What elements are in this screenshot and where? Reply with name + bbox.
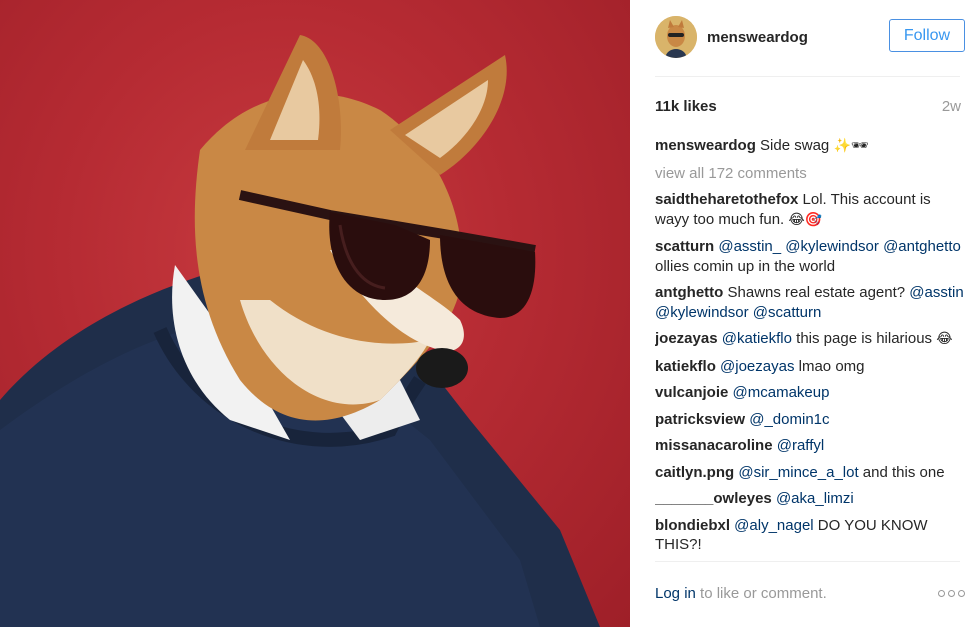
comment-username[interactable]: vulcanjoie [655,384,728,401]
login-prompt-text: to like or comment. [700,585,827,602]
view-all-comments-link[interactable]: view all 172 comments [655,164,965,184]
comment-username[interactable]: caitlyn.png [655,464,734,481]
comment-mention[interactable]: @asstin_ [718,238,781,255]
comment-mention[interactable]: @aka_limzi [776,490,854,507]
comment-item: _______owleyes @aka_limzi [655,489,965,509]
comment-item: katiekflo @joezayas lmao omg [655,357,965,377]
comment-mention[interactable]: @sir_mince_a_lot [738,464,858,481]
comment-text: Shawns real estate agent? [727,284,910,301]
comment-item: saidtheharetothefox Lol. This account is… [655,190,965,230]
comment-text: ollies comin up in the world [655,257,836,275]
comment-text: lmao omg [794,357,865,375]
caption: mensweardog Side swag ✨🕶 [655,136,965,157]
comment-item: missanacaroline @raffyl [655,436,965,456]
comment-mention[interactable]: @katiekflo [722,330,792,347]
comment-mention[interactable]: @_domin1c [749,411,829,428]
comment-emoji: 😂🎯 [788,211,823,228]
comment-username[interactable]: blondiebxl [655,517,730,534]
comment-item: joezayas @katiekflo this page is hilario… [655,329,965,350]
comment-mention[interactable]: @kylewindsor [655,304,749,321]
comment-username[interactable]: _______owleyes [655,490,772,507]
likes-row: 11k likes 2w [655,98,961,115]
comment-mention[interactable]: @aly_nagel [734,517,813,534]
comment-mention[interactable]: @mcamakeup [733,384,830,401]
avatar[interactable] [655,16,697,58]
comment-mention[interactable]: @scatturn [753,304,822,321]
comment-mention[interactable]: @kylewindsor [785,238,879,255]
comment-item: antghetto Shawns real estate agent? @ass… [655,283,965,322]
login-link[interactable]: Log in [655,585,696,602]
comment-mention[interactable]: @joezayas [720,358,794,375]
caption-text: Side swag [760,137,830,154]
comment-username[interactable]: katiekflo [655,358,716,375]
caption-username[interactable]: mensweardog [655,137,756,154]
comment-username[interactable]: saidtheharetothefox [655,191,798,208]
comment-item: blondiebxl @aly_nagel DO YOU KNOW THIS?! [655,516,965,555]
more-options-icon[interactable] [938,590,965,597]
comments-panel: mensweardog Follow 11k likes 2w menswear… [630,0,980,627]
footer-divider [655,561,960,562]
post-time[interactable]: 2w [942,98,961,115]
post-footer: Log in to like or comment. [655,585,965,602]
comments-list[interactable]: mensweardog Side swag ✨🕶 view all 172 co… [655,136,965,560]
post-author-username[interactable]: mensweardog [707,29,808,46]
comment-item: caitlyn.png @sir_mince_a_lot and this on… [655,463,965,483]
post-image[interactable] [0,0,630,627]
comment-text: this page is hilarious [791,330,937,347]
header-divider [655,76,960,77]
comment-mention[interactable]: @asstin [909,284,963,301]
comment-text: and this one [858,463,945,481]
comment-mention[interactable]: @antghetto [883,238,961,255]
comment-item: scatturn @asstin_ @kylewindsor @antghett… [655,237,965,276]
post-header: mensweardog Follow [655,14,965,60]
post: mensweardog Follow 11k likes 2w menswear… [0,0,980,627]
comment-username[interactable]: scatturn [655,238,714,255]
dog-photo [0,35,600,627]
comment-mention[interactable]: @raffyl [777,437,824,454]
comment-emoji: 😂 [936,331,953,347]
comment-username[interactable]: patricksview [655,411,745,428]
follow-button[interactable]: Follow [889,19,965,52]
comment-username[interactable]: missanacaroline [655,437,773,454]
comment-username[interactable]: joezayas [655,330,718,347]
likes-count[interactable]: 11k likes [655,98,717,115]
comment-item: vulcanjoie @mcamakeup [655,383,965,403]
caption-emoji: ✨🕶 [833,138,869,154]
comment-username[interactable]: antghetto [655,284,723,301]
avatar-image [655,16,697,58]
comment-item: patricksview @_domin1c [655,410,965,430]
